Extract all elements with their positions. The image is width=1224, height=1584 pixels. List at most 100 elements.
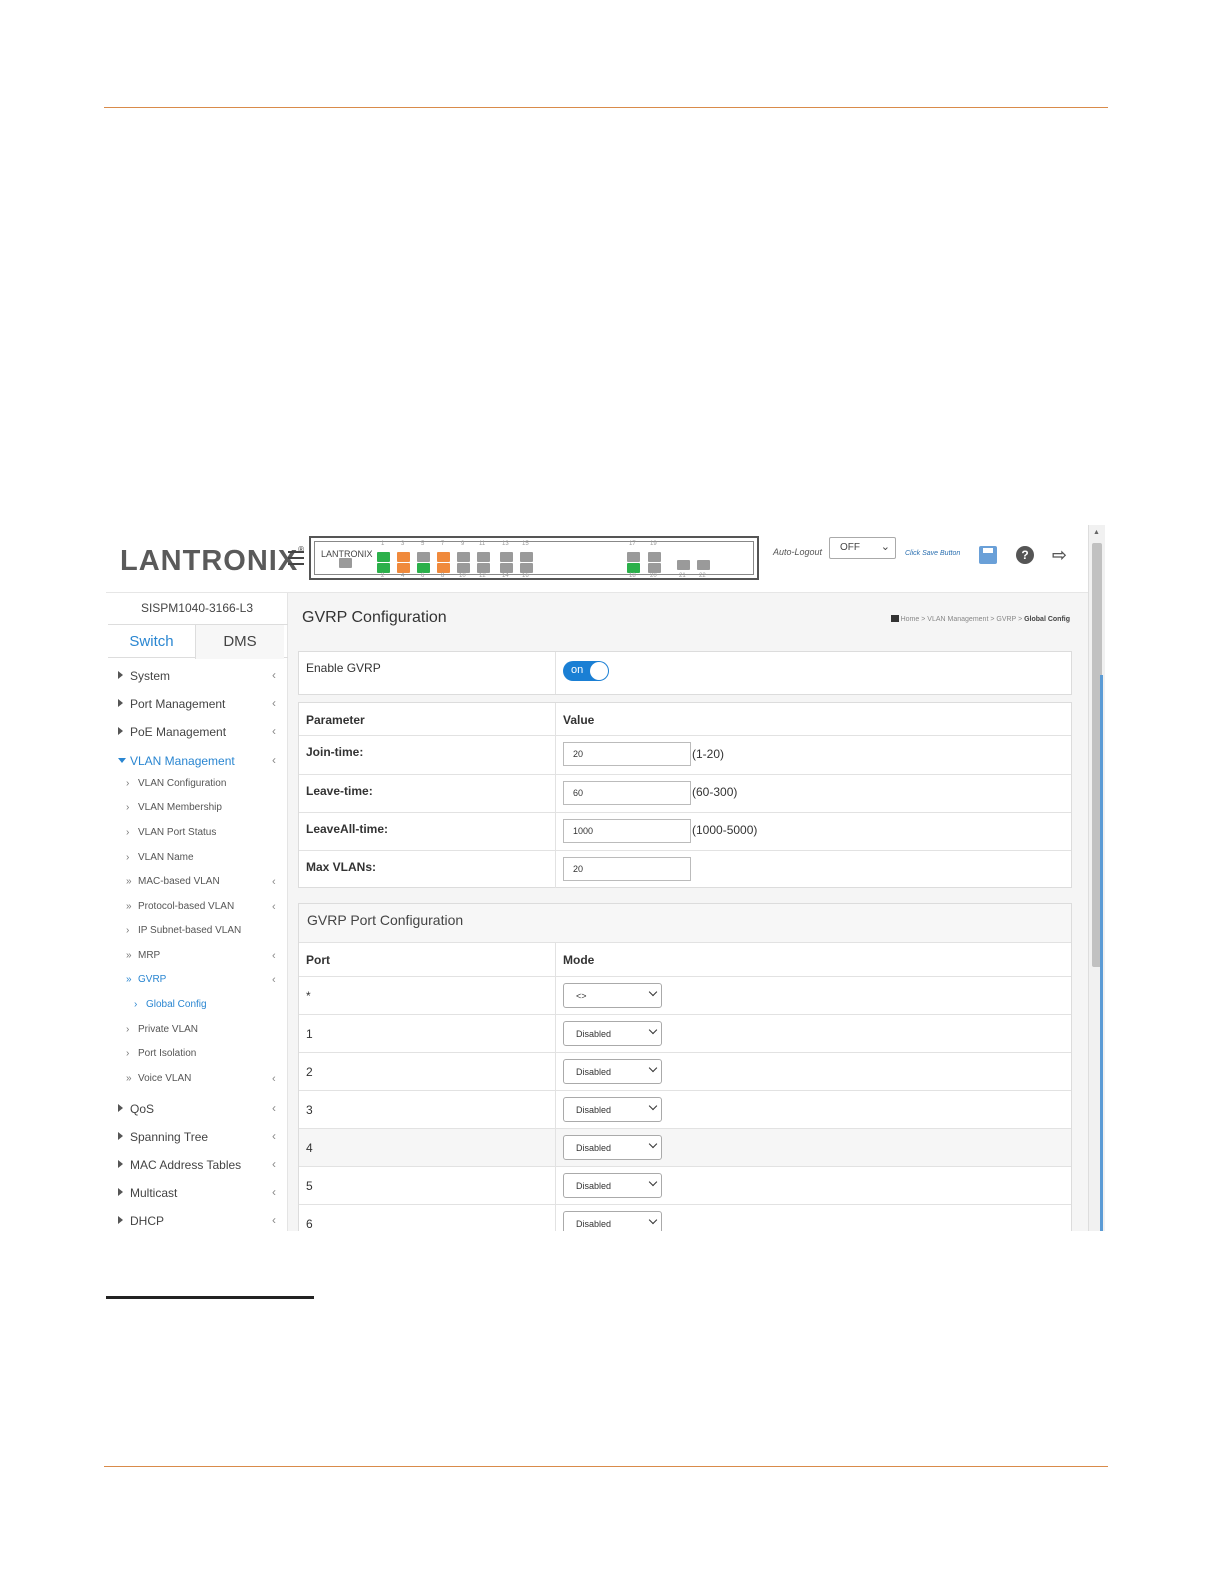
chevron-down-icon: [648, 1063, 658, 1073]
panel-port[interactable]: [397, 563, 410, 573]
table-row: Max VLANs: 20: [299, 850, 1071, 888]
mode-select-port-4[interactable]: Disabled: [563, 1135, 662, 1160]
menu-icon[interactable]: [288, 551, 304, 565]
footer-rule: [104, 1466, 1108, 1467]
table-row: Join-time: 20 (1-20): [299, 735, 1071, 774]
breadcrumb-gvrp[interactable]: GVRP: [996, 616, 1016, 623]
table-row: Leave-time: 60 (60-300): [299, 774, 1071, 812]
panel-port[interactable]: [397, 552, 410, 562]
ui-screenshot: LANTRONIX® LANTRONIX 1 3 5 7 9 11 13 15 …: [106, 525, 1105, 1231]
leave-time-input[interactable]: 60: [563, 781, 691, 805]
caret-right-icon: [118, 1104, 123, 1112]
panel-port[interactable]: [520, 552, 533, 562]
panel-port[interactable]: [477, 563, 490, 573]
table-row: LeaveAll-time: 1000 (1000-5000): [299, 812, 1071, 850]
port-label: 3: [401, 541, 405, 547]
device-model: SISPM1040-3166-L3: [140, 601, 254, 615]
sidebar-tabs: Switch DMS: [108, 624, 288, 659]
port-label: 20: [650, 573, 657, 579]
mode-select-all[interactable]: <>: [563, 983, 662, 1008]
panel-port[interactable]: [457, 563, 470, 573]
chevron-down-icon: [648, 1025, 658, 1035]
table-row: 4 Disabled: [299, 1128, 1071, 1166]
save-hint: Click Save Button: [905, 550, 961, 557]
mode-select-port-2[interactable]: Disabled: [563, 1059, 662, 1084]
max-vlans-input[interactable]: 20: [563, 857, 691, 881]
table-row: 3 Disabled: [299, 1090, 1071, 1128]
panel-port[interactable]: [437, 552, 450, 562]
port-label: 21: [679, 573, 686, 579]
table-header-row: Port Mode: [299, 943, 1071, 976]
panel-port[interactable]: [500, 563, 513, 573]
auto-logout-label: Auto-Logout: [773, 547, 823, 557]
mode-select-port-1[interactable]: Disabled: [563, 1021, 662, 1046]
panel-port[interactable]: [648, 563, 661, 573]
chevron-left-icon: ‹: [272, 901, 276, 913]
port-label: 16: [522, 573, 529, 579]
port-label: 11: [479, 541, 486, 547]
port-label: 22: [699, 573, 706, 579]
panel-port[interactable]: [417, 563, 430, 573]
port-label: 19: [650, 541, 657, 547]
chevron-down-icon: ⌄: [880, 541, 890, 553]
port-label: 1: [381, 541, 385, 547]
logout-icon[interactable]: ⇨: [1052, 546, 1070, 564]
caret-right-icon: [118, 1160, 123, 1168]
caret-right-icon: [118, 1188, 123, 1196]
mode-select-port-6[interactable]: Disabled: [563, 1211, 662, 1231]
main-content: GVRP Configuration Home > VLAN Managemen…: [288, 593, 1088, 1231]
caret-right-icon: [118, 1132, 123, 1140]
panel-port[interactable]: [437, 563, 450, 573]
tab-dms[interactable]: DMS: [196, 625, 284, 659]
panel-port[interactable]: [697, 560, 710, 570]
port-label: 15: [522, 541, 529, 547]
table-header-row: Parameter Value: [299, 703, 1071, 735]
panel-port[interactable]: [500, 552, 513, 562]
tab-switch[interactable]: Switch: [108, 625, 196, 659]
port-label: 18: [629, 573, 636, 579]
scroll-accent: [1100, 675, 1103, 1231]
chevron-left-icon: ‹: [272, 724, 276, 738]
port-label: 12: [479, 573, 486, 579]
chevron-left-icon: ‹: [272, 1101, 276, 1115]
panel-port[interactable]: [520, 563, 533, 573]
leaveall-time-input[interactable]: 1000: [563, 819, 691, 843]
auto-logout-select[interactable]: OFF ⌄: [829, 537, 896, 559]
panel-port[interactable]: [377, 563, 390, 573]
footnote-rule: [106, 1296, 314, 1299]
breadcrumb-vlan-management[interactable]: VLAN Management: [927, 616, 988, 623]
enable-gvrp-toggle[interactable]: on: [563, 661, 609, 681]
panel-port[interactable]: [377, 552, 390, 562]
table-row: 5 Disabled: [299, 1166, 1071, 1204]
mode-select-port-5[interactable]: Disabled: [563, 1173, 662, 1198]
panel-port[interactable]: [677, 560, 690, 570]
chevron-down-icon: [648, 1177, 658, 1187]
panel-port[interactable]: [648, 552, 661, 562]
chevron-down-icon: [648, 1215, 658, 1225]
chevron-left-icon: ‹: [272, 876, 276, 888]
port-label: 2: [381, 573, 385, 579]
caret-right-icon: [118, 671, 123, 679]
panel-port[interactable]: [627, 563, 640, 573]
help-icon[interactable]: ?: [1016, 546, 1034, 564]
caret-right-icon: [118, 1216, 123, 1224]
save-icon[interactable]: [979, 546, 997, 564]
chevron-down-icon: [648, 1139, 658, 1149]
chevron-left-icon: ‹: [272, 1157, 276, 1171]
chevron-down-icon: [648, 987, 658, 997]
port-label: 4: [401, 573, 405, 579]
panel-port[interactable]: [339, 558, 352, 568]
sidebar: SISPM1040-3166-L3 Switch DMS System ‹ Por…: [106, 593, 288, 1231]
breadcrumb-global-config: Global Config: [1024, 616, 1070, 623]
scroll-up-icon[interactable]: ▲: [1093, 529, 1100, 536]
page-title: GVRP Configuration: [302, 609, 447, 626]
chevron-down-icon: [648, 1101, 658, 1111]
join-time-input[interactable]: 20: [563, 742, 691, 766]
panel-port[interactable]: [457, 552, 470, 562]
panel-port[interactable]: [417, 552, 430, 562]
mode-select-port-3[interactable]: Disabled: [563, 1097, 662, 1122]
breadcrumb-home[interactable]: Home: [901, 616, 920, 623]
panel-port[interactable]: [477, 552, 490, 562]
port-label: 13: [502, 541, 509, 547]
panel-port[interactable]: [627, 552, 640, 562]
